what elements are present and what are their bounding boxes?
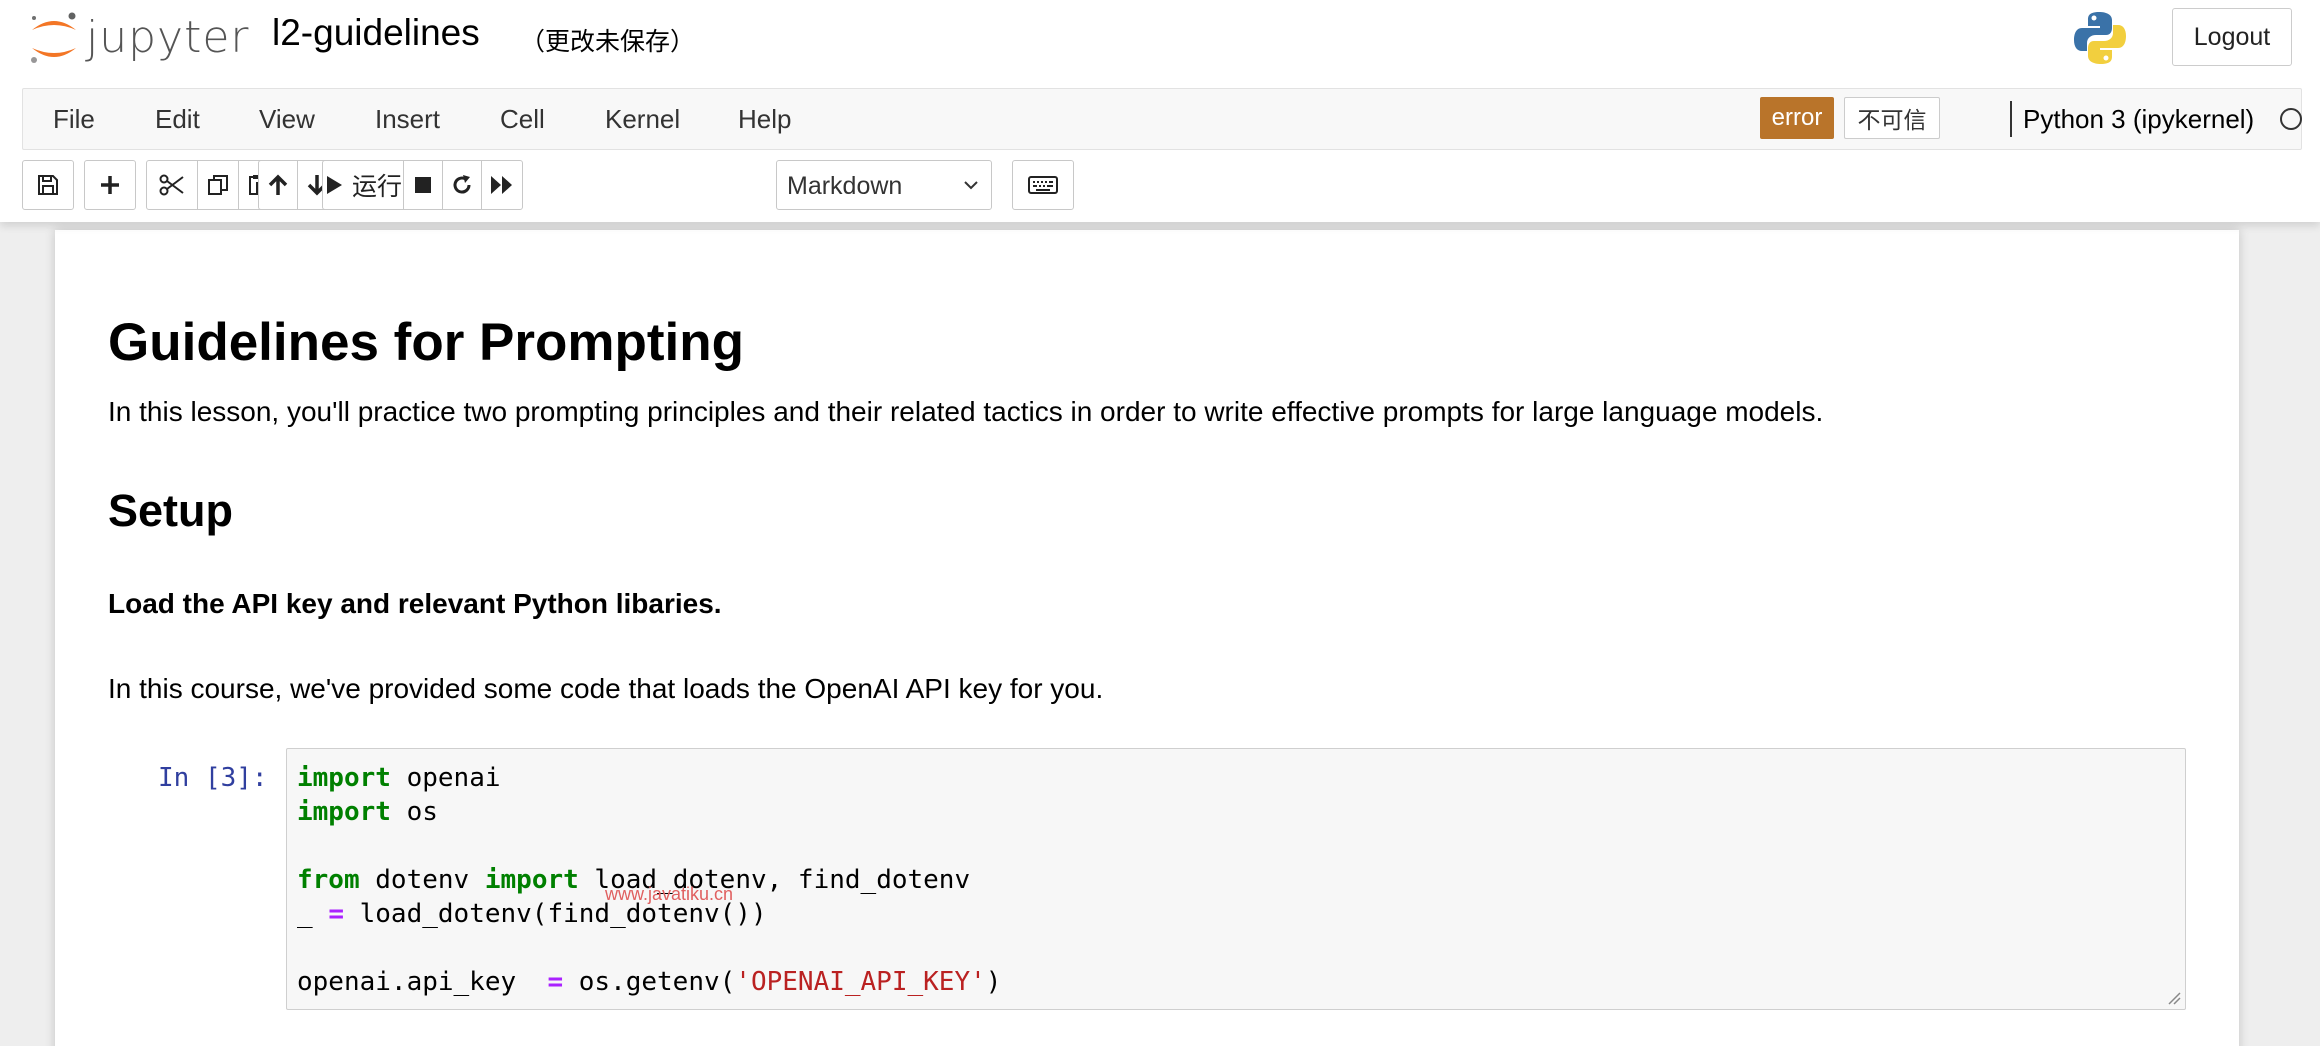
run-label: 运行	[351, 173, 402, 201]
insert-cell-button[interactable]	[84, 160, 136, 210]
cut-icon	[159, 174, 184, 196]
kernel-separator	[2010, 101, 2012, 137]
resize-handle-icon[interactable]	[2167, 991, 2181, 1005]
run-button[interactable]: 运行	[322, 160, 404, 210]
intro-paragraph: In this lesson, you'll practice two prom…	[108, 396, 1824, 427]
logo-text: jupyter	[86, 12, 250, 63]
cell-prompt: In [3]:	[158, 763, 268, 793]
restart-icon	[453, 175, 471, 194]
menubar: File Edit View Insert Cell Kernel Help e…	[22, 88, 2302, 150]
keyboard-icon	[1028, 176, 1058, 194]
interrupt-button[interactable]	[403, 160, 443, 210]
copy-button[interactable]	[197, 160, 239, 210]
bold-paragraph: Load the API key and relevant Python lib…	[108, 588, 722, 619]
save-button[interactable]	[22, 160, 74, 210]
cell-type-value: Markdown	[787, 172, 903, 200]
menu-edit[interactable]: Edit	[155, 89, 200, 149]
play-icon	[326, 176, 342, 194]
error-badge[interactable]: error	[1760, 97, 1834, 139]
notebook-name[interactable]: l2-guidelines	[272, 12, 480, 54]
toolbar-group-run: 运行	[322, 160, 523, 210]
logout-button[interactable]: Logout	[2172, 8, 2292, 66]
stop-icon	[415, 177, 431, 193]
restart-button[interactable]	[442, 160, 482, 210]
move-up-button[interactable]	[258, 160, 298, 210]
markdown-heading-2: Setup	[108, 485, 234, 536]
toolbar: 运行 Markdown	[22, 160, 1122, 210]
cut-button[interactable]	[146, 160, 198, 210]
chevron-down-icon	[964, 181, 978, 190]
course-paragraph: In this course, we've provided some code…	[108, 673, 1104, 704]
kernel-idle-icon	[2280, 108, 2302, 130]
menu-file[interactable]: File	[53, 89, 95, 149]
header: jupyter l2-guidelines （更改未保存） Logout Fil…	[0, 0, 2320, 222]
jupyter-logo[interactable]: jupyter	[24, 8, 249, 68]
menu-insert[interactable]: Insert	[375, 89, 440, 149]
plus-icon	[101, 176, 119, 194]
restart-run-all-button[interactable]	[481, 160, 523, 210]
save-icon	[38, 175, 58, 195]
copy-icon	[208, 175, 228, 195]
code-cell-editor[interactable]: import openai import os from dotenv impo…	[286, 748, 2186, 1010]
watermark-text: www.javatiku.cn	[605, 884, 734, 904]
menu-help[interactable]: Help	[738, 89, 791, 149]
save-status: （更改未保存）	[520, 28, 696, 56]
fast-forward-icon	[491, 176, 512, 194]
kernel-name[interactable]: Python 3 (ipykernel)	[2023, 89, 2254, 149]
python-logo-icon	[2070, 8, 2130, 68]
markdown-heading-1: Guidelines for Prompting	[108, 313, 745, 372]
notebook-container: Guidelines for Prompting In this lesson,…	[55, 230, 2239, 1046]
arrow-up-icon	[268, 174, 288, 195]
toolbar-group-keyboard	[1012, 160, 1074, 210]
menu-kernel[interactable]: Kernel	[605, 89, 680, 149]
toolbar-group-insert	[84, 160, 136, 210]
menu-cell[interactable]: Cell	[500, 89, 545, 149]
jupyter-logo-icon	[31, 12, 76, 63]
code-text[interactable]: import openai import os from dotenv impo…	[297, 761, 1001, 999]
toolbar-group-save	[22, 160, 74, 210]
menu-view[interactable]: View	[259, 89, 315, 149]
trust-badge[interactable]: 不可信	[1844, 97, 1940, 139]
cell-type-select[interactable]: Markdown	[776, 160, 992, 210]
command-palette-button[interactable]	[1012, 160, 1074, 210]
